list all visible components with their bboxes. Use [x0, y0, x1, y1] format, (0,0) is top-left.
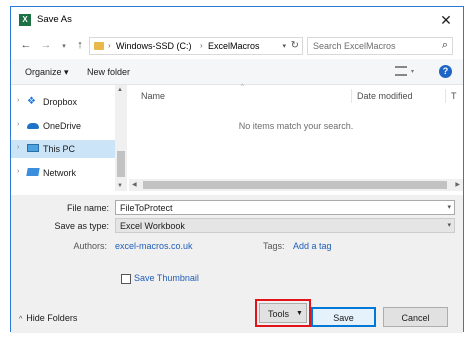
column-header-type[interactable]: T — [451, 91, 457, 101]
save-button[interactable]: Save — [311, 307, 376, 327]
column-header-name[interactable]: Name — [141, 91, 165, 101]
new-folder-button[interactable]: New folder — [87, 67, 130, 77]
filename-dropdown-icon[interactable]: ▾ — [447, 203, 451, 211]
breadcrumb-folder[interactable]: ExcelMacros — [208, 41, 260, 51]
organize-button[interactable]: Organize ▾ — [25, 67, 69, 78]
filename-field[interactable]: FileToProtect ▾ — [115, 200, 455, 215]
sidebar-item-label: Network — [43, 168, 77, 178]
authors-label: Authors: — [73, 241, 107, 251]
address-bar[interactable]: › Windows-SSD (C:) › ExcelMacros ▾ ↻ — [89, 37, 303, 55]
breadcrumb-separator-icon[interactable]: › — [108, 41, 111, 50]
excel-icon: X — [19, 14, 31, 26]
expand-chevron-icon[interactable]: › — [17, 97, 19, 104]
expand-chevron-icon[interactable]: › — [17, 168, 19, 175]
expand-chevron-icon[interactable]: › — [17, 144, 19, 151]
dropbox-icon: ❖ — [27, 96, 36, 107]
sidebar-item-label: OneDrive — [43, 121, 82, 131]
column-divider[interactable] — [351, 89, 352, 103]
dialog-title: Save As — [37, 14, 72, 25]
column-header-date-modified[interactable]: Date modified — [357, 91, 413, 101]
empty-message: No items match your search. — [238, 121, 354, 131]
sidebar-item-network[interactable]: › Network — [11, 164, 115, 182]
save-thumbnail-label[interactable]: Save Thumbnail — [134, 273, 199, 283]
scroll-down-icon[interactable]: ▼ — [117, 183, 123, 189]
onedrive-icon — [27, 123, 39, 129]
tags-field[interactable]: Add a tag — [293, 241, 332, 251]
scroll-right-icon[interactable]: ▶ — [455, 181, 460, 188]
help-icon[interactable]: ? — [439, 65, 452, 78]
type-dropdown-icon[interactable]: ▾ — [447, 221, 451, 229]
tags-label: Tags: — [263, 241, 285, 251]
forward-arrow-icon[interactable]: → — [39, 39, 53, 51]
back-arrow-icon[interactable]: ← — [19, 39, 33, 51]
refresh-icon[interactable]: ↻ — [291, 40, 299, 51]
column-divider[interactable] — [445, 89, 446, 103]
sidebar-item-onedrive[interactable]: › OneDrive — [11, 117, 115, 135]
sidebar-item-this-pc[interactable]: › This PC — [11, 140, 115, 158]
filename-value[interactable]: FileToProtect — [120, 203, 173, 213]
scroll-up-icon[interactable]: ▲ — [117, 87, 123, 93]
folder-icon — [94, 42, 104, 50]
save-thumbnail-checkbox[interactable] — [121, 274, 131, 284]
save-as-type-select[interactable]: Excel Workbook ▾ — [115, 218, 455, 233]
search-placeholder: Search ExcelMacros — [313, 41, 396, 51]
navigation-pane: › ❖ Dropbox › OneDrive › This PC › Netwo… — [11, 85, 127, 191]
cancel-button[interactable]: Cancel — [383, 307, 448, 327]
toolbar: Organize ▾ New folder ▾ ? — [11, 59, 463, 85]
view-options-icon[interactable] — [395, 66, 407, 76]
save-as-dialog: X Save As ✕ ← → ▾ ↑ › Windows-SSD (C:) ›… — [10, 6, 464, 333]
tools-dropdown-icon: ▼ — [296, 310, 303, 317]
tools-highlight-box: Tools ▼ — [255, 299, 311, 327]
pc-icon — [27, 144, 39, 152]
view-dropdown-icon[interactable]: ▾ — [411, 68, 414, 75]
network-icon — [26, 168, 40, 176]
sidebar-item-dropbox[interactable]: › ❖ Dropbox — [11, 93, 115, 111]
scrollbar-thumb[interactable] — [117, 151, 125, 177]
save-label: Save — [333, 313, 354, 323]
chevron-up-icon: ^ — [19, 316, 23, 323]
sidebar-item-label: Dropbox — [43, 97, 78, 107]
address-row: ← → ▾ ↑ › Windows-SSD (C:) › ExcelMacros… — [11, 33, 463, 59]
up-arrow-icon[interactable]: ↑ — [73, 39, 87, 51]
vertical-scrollbar[interactable]: ▲ ▼ — [115, 85, 127, 191]
filename-label: File name: — [66, 203, 109, 213]
recent-locations-chevron-icon[interactable]: ▾ — [57, 42, 71, 50]
sort-caret-icon: ^ — [241, 84, 244, 90]
expand-chevron-icon[interactable]: › — [17, 121, 19, 128]
scroll-left-icon[interactable]: ◀ — [132, 181, 137, 188]
save-options-panel: File name: FileToProtect ▾ Save as type:… — [11, 195, 463, 333]
close-button[interactable]: ✕ — [437, 11, 455, 29]
breadcrumb-drive[interactable]: Windows-SSD (C:) — [116, 41, 192, 51]
scrollbar-thumb[interactable] — [143, 181, 447, 189]
save-as-type-label: Save as type: — [54, 221, 109, 231]
sidebar-item-label: This PC — [43, 144, 76, 154]
title-bar: X Save As ✕ — [11, 7, 463, 33]
hide-folders-button[interactable]: ^ Hide Folders — [19, 313, 77, 323]
cancel-label: Cancel — [401, 313, 430, 323]
tools-button[interactable]: Tools ▼ — [259, 303, 307, 323]
search-input[interactable]: Search ExcelMacros ⌕ — [307, 37, 453, 55]
save-as-type-value: Excel Workbook — [120, 221, 185, 231]
horizontal-scrollbar[interactable]: ◀ ▶ — [129, 179, 463, 191]
authors-field[interactable]: excel-macros.co.uk — [115, 241, 193, 251]
file-list: Name ^ Date modified T No items match yo… — [129, 84, 463, 191]
tools-label: Tools — [268, 309, 290, 319]
breadcrumb-separator-icon[interactable]: › — [200, 41, 203, 50]
address-dropdown-icon[interactable]: ▾ — [282, 42, 286, 50]
search-icon[interactable]: ⌕ — [442, 39, 448, 52]
